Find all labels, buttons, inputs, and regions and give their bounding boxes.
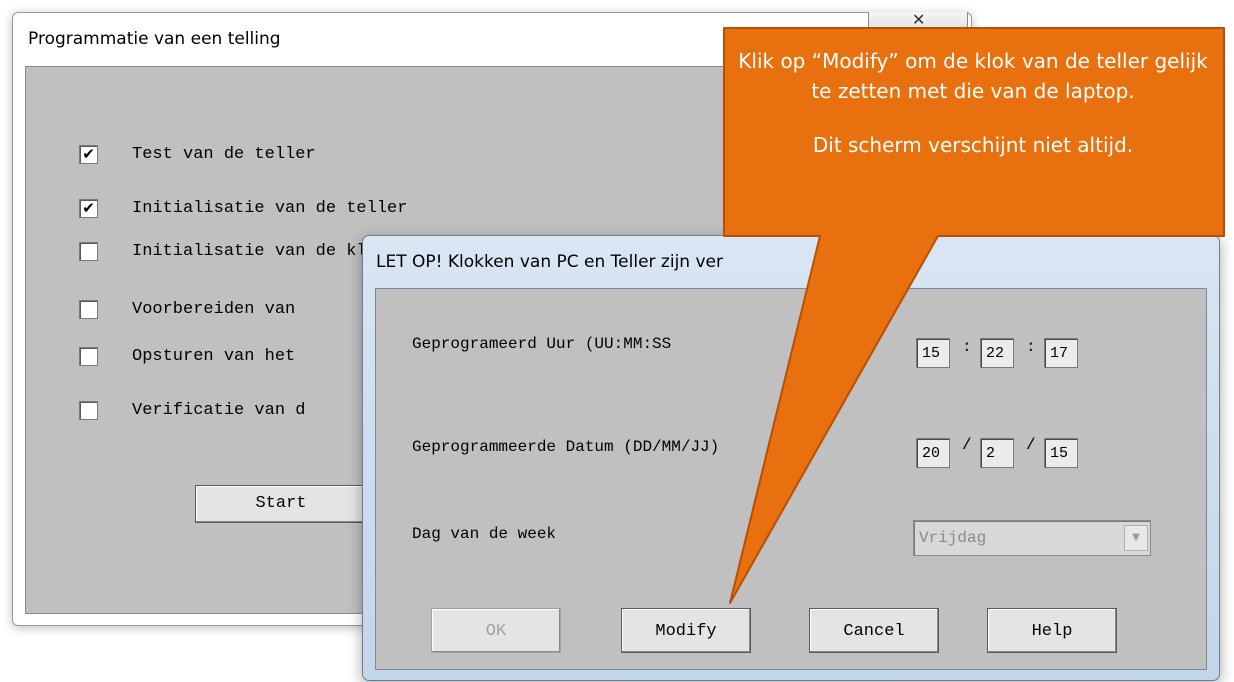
callout-line-1: Klik op “Modify” om de klok van de telle…	[738, 49, 1208, 103]
callout-line-2: Dit scherm verschijnt niet altijd.	[812, 133, 1134, 157]
callout-text: Klik op “Modify” om de klok van de telle…	[734, 46, 1212, 160]
